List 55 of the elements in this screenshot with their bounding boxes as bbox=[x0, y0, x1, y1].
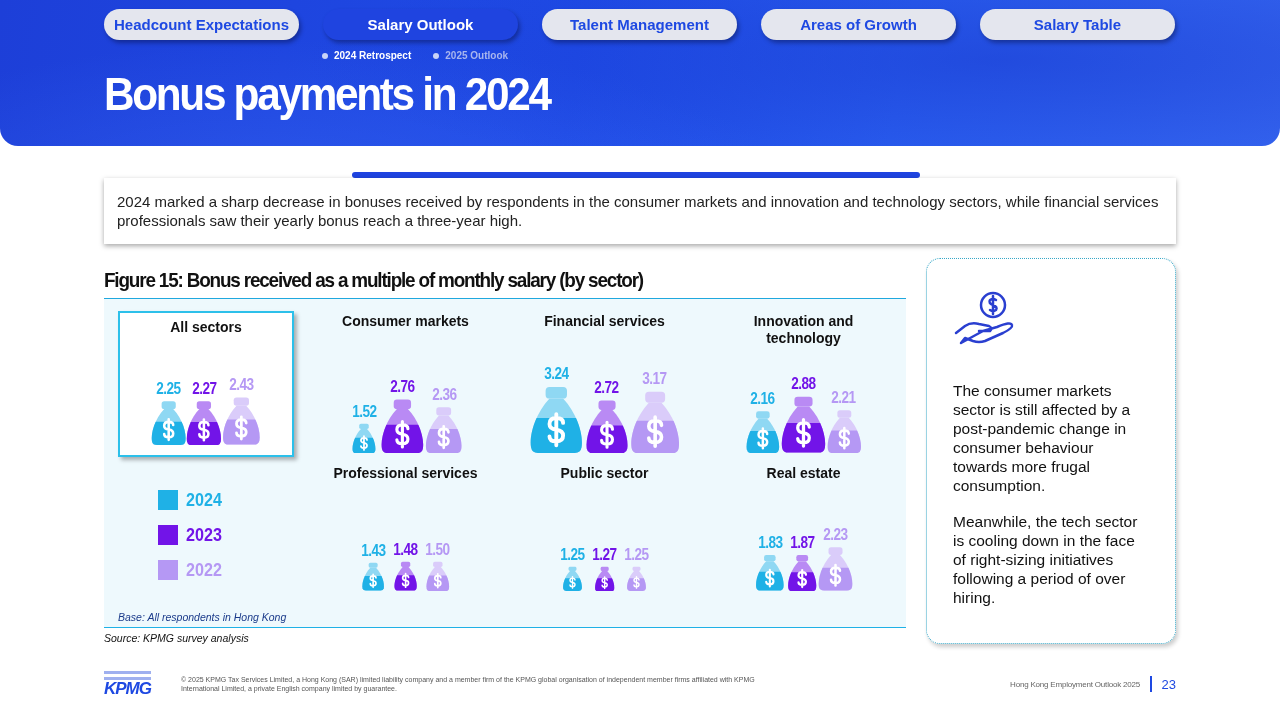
money-bag-icon bbox=[423, 561, 452, 591]
nav-tab[interactable]: Salary Outlook bbox=[323, 9, 518, 40]
sector-title: Public sector bbox=[560, 465, 649, 483]
legend-label: 2023 bbox=[186, 524, 222, 546]
bag-value: 2.36 bbox=[431, 385, 457, 404]
money-bag-icon bbox=[753, 554, 787, 591]
bag-value: 1.52 bbox=[352, 402, 377, 421]
money-bag-icon bbox=[360, 562, 387, 591]
nav-tab[interactable]: Areas of Growth bbox=[761, 9, 956, 40]
bag-value: 2.43 bbox=[229, 376, 254, 395]
bag-value: 3.17 bbox=[642, 369, 668, 388]
figure-title: Figure 15: Bonus received as a multiple of monthly salary (by sector) bbox=[104, 268, 644, 292]
bag-value: 2.88 bbox=[790, 375, 816, 394]
bag-value: 2.72 bbox=[594, 378, 619, 397]
money-bag-icon bbox=[561, 566, 584, 591]
bag-value: 1.25 bbox=[560, 546, 585, 564]
bag-value: 2.76 bbox=[390, 377, 415, 396]
sector-title: Professional services bbox=[333, 465, 478, 483]
bag-value: 1.43 bbox=[361, 542, 386, 561]
kpmg-logo: KPMG bbox=[104, 671, 151, 697]
sector-title: Innovation and technology bbox=[752, 313, 855, 347]
bag-value: 1.87 bbox=[789, 533, 815, 552]
legend-label: 2024 bbox=[186, 489, 222, 511]
money-bag-icon bbox=[625, 566, 648, 591]
bag-value: 2.27 bbox=[192, 379, 217, 398]
card-paragraph: The consumer markets sector is still affected by a post-pandemic change in consumer behaviour towards more frugal consumption. bbox=[953, 381, 1132, 495]
sector-title: Real estate bbox=[766, 465, 841, 483]
page-number: 23 bbox=[1161, 676, 1176, 692]
intro-text: 2024 marked a sharp decrease in bonuses received by respondents in the consumer markets and innovation and technology sectors, while financial services professionals saw their yearly bonus reach a three-year high. bbox=[104, 178, 1176, 244]
sub-tab[interactable]: 2024 Retrospect bbox=[322, 50, 412, 61]
bag-value: 1.27 bbox=[592, 545, 617, 564]
bag-value: 2.25 bbox=[156, 380, 181, 398]
bag-value: 1.83 bbox=[757, 534, 783, 553]
base-note: Base: All respondents in Hong Kong bbox=[118, 611, 288, 623]
nav-tab[interactable]: Salary Table bbox=[980, 9, 1175, 40]
sector-title: Consumer markets bbox=[342, 313, 469, 331]
sector-title: All sectors bbox=[170, 319, 242, 337]
legend-label: 2022 bbox=[186, 559, 222, 581]
publication-name: Hong Kong Employment Outlook 2025 bbox=[1010, 679, 1141, 689]
bag-value: 2.16 bbox=[750, 389, 775, 408]
card-paragraph: Meanwhile, the tech sector is cooling down in the face of right-sizing initiatives following a period of over hiring. bbox=[953, 512, 1139, 607]
nav-tab[interactable]: Headcount Expectations bbox=[104, 9, 299, 40]
source-note: Source: KPMG survey analysis bbox=[104, 632, 250, 644]
bag-value: 1.50 bbox=[425, 541, 450, 559]
bag-value: 2.23 bbox=[823, 526, 848, 545]
sub-tab[interactable]: 2025 Outlook bbox=[433, 50, 509, 61]
page-title: Bonus payments in 2024 bbox=[104, 67, 552, 121]
bag-value: 2.21 bbox=[831, 388, 857, 407]
money-bag-icon bbox=[592, 565, 617, 591]
bag-value: 1.25 bbox=[624, 546, 649, 564]
sector-title: Financial services bbox=[544, 313, 665, 331]
nav-tab[interactable]: Talent Management bbox=[542, 9, 737, 40]
bag-value: 1.48 bbox=[393, 541, 418, 560]
bag-value: 3.24 bbox=[544, 364, 569, 383]
money-bag-icon bbox=[391, 561, 420, 591]
